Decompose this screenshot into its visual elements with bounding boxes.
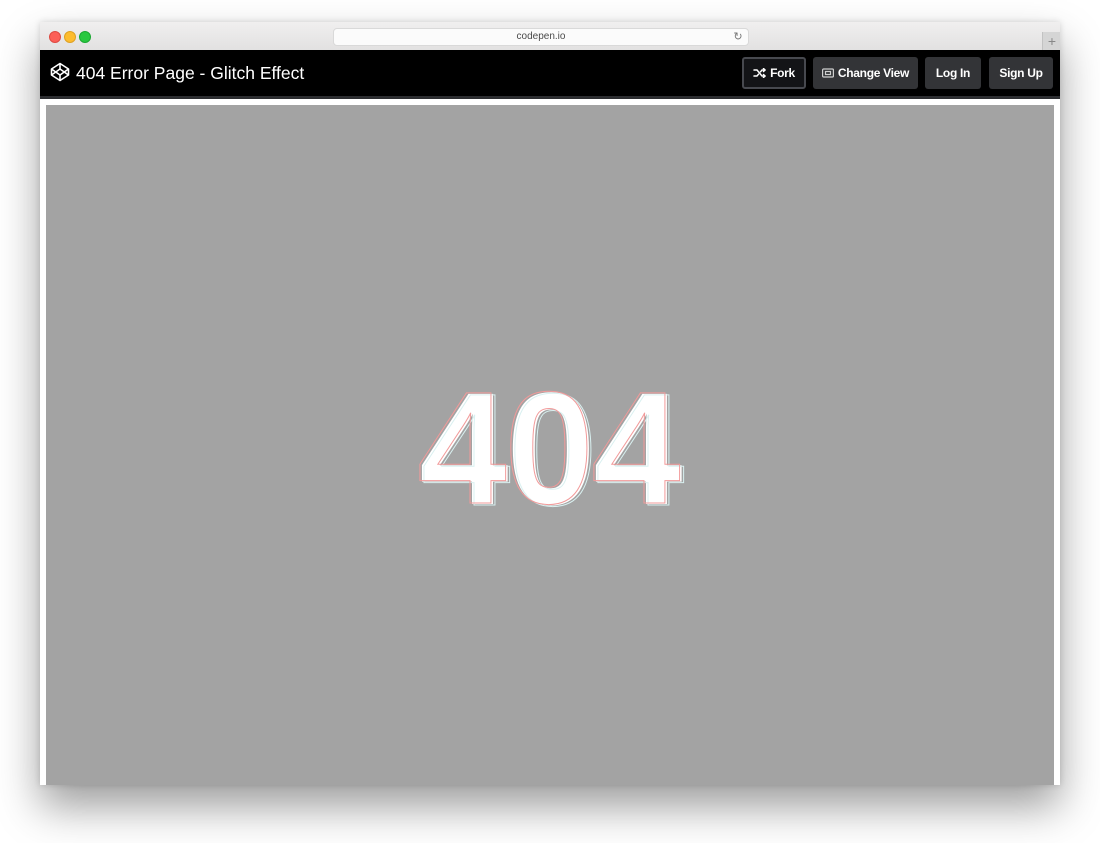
codepen-logo-icon[interactable] [50, 62, 70, 82]
browser-titlebar: codepen.io ↻ + [40, 22, 1060, 51]
login-button[interactable]: Log In [925, 57, 981, 89]
signup-button-label: Sign Up [999, 66, 1043, 80]
browser-window: codepen.io ↻ + 404 Error Page - Glitch E… [40, 22, 1060, 785]
new-tab-button[interactable]: + [1042, 32, 1060, 50]
fork-icon [753, 68, 767, 78]
change-view-button[interactable]: Change View [813, 57, 918, 89]
glitch-404: 404 404 404 [46, 358, 1054, 537]
fork-button-label: Fork [770, 66, 795, 80]
minimize-window-button[interactable] [64, 31, 76, 43]
address-bar[interactable]: codepen.io ↻ [333, 28, 749, 46]
login-button-label: Log In [935, 66, 971, 80]
change-view-button-label: Change View [837, 66, 910, 80]
preview-frame: 404 404 404 [40, 99, 1060, 785]
change-view-icon [821, 68, 834, 78]
close-window-button[interactable] [49, 31, 61, 43]
codepen-header: 404 Error Page - Glitch Effect Fork Chan… [40, 50, 1060, 96]
zoom-window-button[interactable] [79, 31, 91, 43]
signup-button[interactable]: Sign Up [989, 57, 1053, 89]
glitch-text-red-layer: 404 [417, 358, 681, 537]
pen-title: 404 Error Page - Glitch Effect [76, 63, 305, 83]
fork-button[interactable]: Fork [742, 57, 806, 89]
pen-preview[interactable]: 404 404 404 [46, 105, 1054, 785]
reload-icon[interactable]: ↻ [732, 29, 744, 45]
address-bar-url: codepen.io [516, 31, 566, 42]
